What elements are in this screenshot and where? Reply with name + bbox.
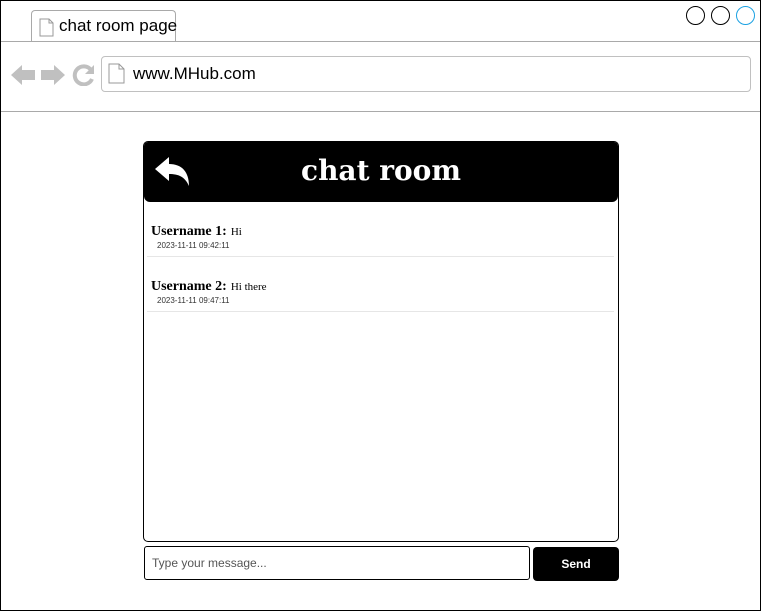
- address-bar[interactable]: www.MHub.com: [101, 56, 751, 92]
- chat-title: chat room: [301, 154, 461, 187]
- message-timestamp: 2023-11-11 09:47:11: [157, 296, 230, 305]
- message-list: Username 1: Hi 2023-11-11 09:42:11 Usern…: [144, 202, 616, 312]
- browser-window: chat room page www.MHub.com chat room Us…: [0, 0, 761, 611]
- chat-room-panel: chat room Username 1: Hi 2023-11-11 09:4…: [143, 141, 619, 542]
- message-username: Username 2:: [151, 279, 227, 294]
- message-username: Username 1:: [151, 224, 227, 239]
- send-button[interactable]: Send: [533, 547, 619, 581]
- refresh-icon[interactable]: [72, 64, 95, 91]
- chat-header: chat room: [144, 142, 618, 202]
- message-timestamp: 2023-11-11 09:42:11: [157, 241, 230, 250]
- navigation-bar: www.MHub.com: [1, 42, 760, 112]
- page-icon: [108, 63, 125, 89]
- minimize-window-button[interactable]: [686, 6, 705, 25]
- message-input[interactable]: [144, 546, 530, 580]
- browser-tab[interactable]: chat room page: [31, 10, 178, 42]
- message-text: Hi: [230, 226, 242, 238]
- back-arrow-icon[interactable]: [11, 64, 35, 91]
- tab-title: chat room page: [59, 16, 178, 35]
- forward-arrow-icon[interactable]: [41, 64, 65, 91]
- tab-bar: chat room page: [1, 1, 760, 42]
- message-text: Hi there: [230, 281, 267, 293]
- list-item: Username 1: Hi 2023-11-11 09:42:11: [147, 202, 614, 257]
- page-icon: [39, 18, 54, 42]
- close-window-button[interactable]: [736, 6, 755, 25]
- maximize-window-button[interactable]: [711, 6, 730, 25]
- list-item: Username 2: Hi there 2023-11-11 09:47:11: [147, 257, 614, 312]
- url-text: www.MHub.com: [133, 64, 256, 83]
